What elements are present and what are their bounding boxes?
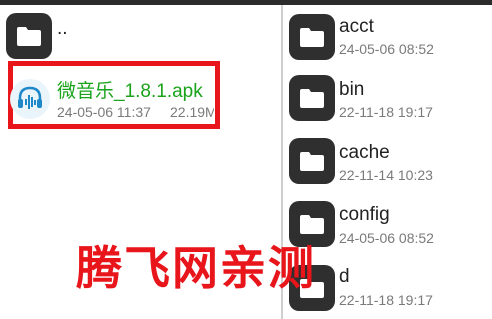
folder-icon [289, 138, 335, 184]
watermark-text: 腾飞网亲测 [76, 241, 316, 295]
folder-date: 24-05-06 08:52 [339, 41, 434, 57]
folder-name: d [339, 266, 350, 287]
music-app-icon [10, 79, 50, 119]
folder-name: config [339, 204, 390, 225]
folder-date: 22-11-18 19:17 [339, 292, 433, 308]
folder-date: 22-11-14 10:23 [339, 167, 433, 183]
folder-icon [289, 14, 335, 60]
top-bar [0, 0, 492, 5]
file-name: 微音乐_1.8.1.apk [57, 81, 203, 102]
file-size: 22.19M [170, 104, 214, 120]
folder-name: acct [339, 16, 374, 37]
folder-date: 22-11-18 19:17 [339, 104, 433, 120]
parent-directory-label: .. [57, 18, 68, 39]
folder-date: 24-05-06 08:52 [339, 230, 434, 246]
folder-icon [289, 75, 335, 121]
folder-name: cache [339, 142, 390, 163]
folder-name: bin [339, 79, 365, 100]
folder-icon [6, 13, 52, 59]
file-date: 24-05-06 11:37 [57, 104, 151, 120]
